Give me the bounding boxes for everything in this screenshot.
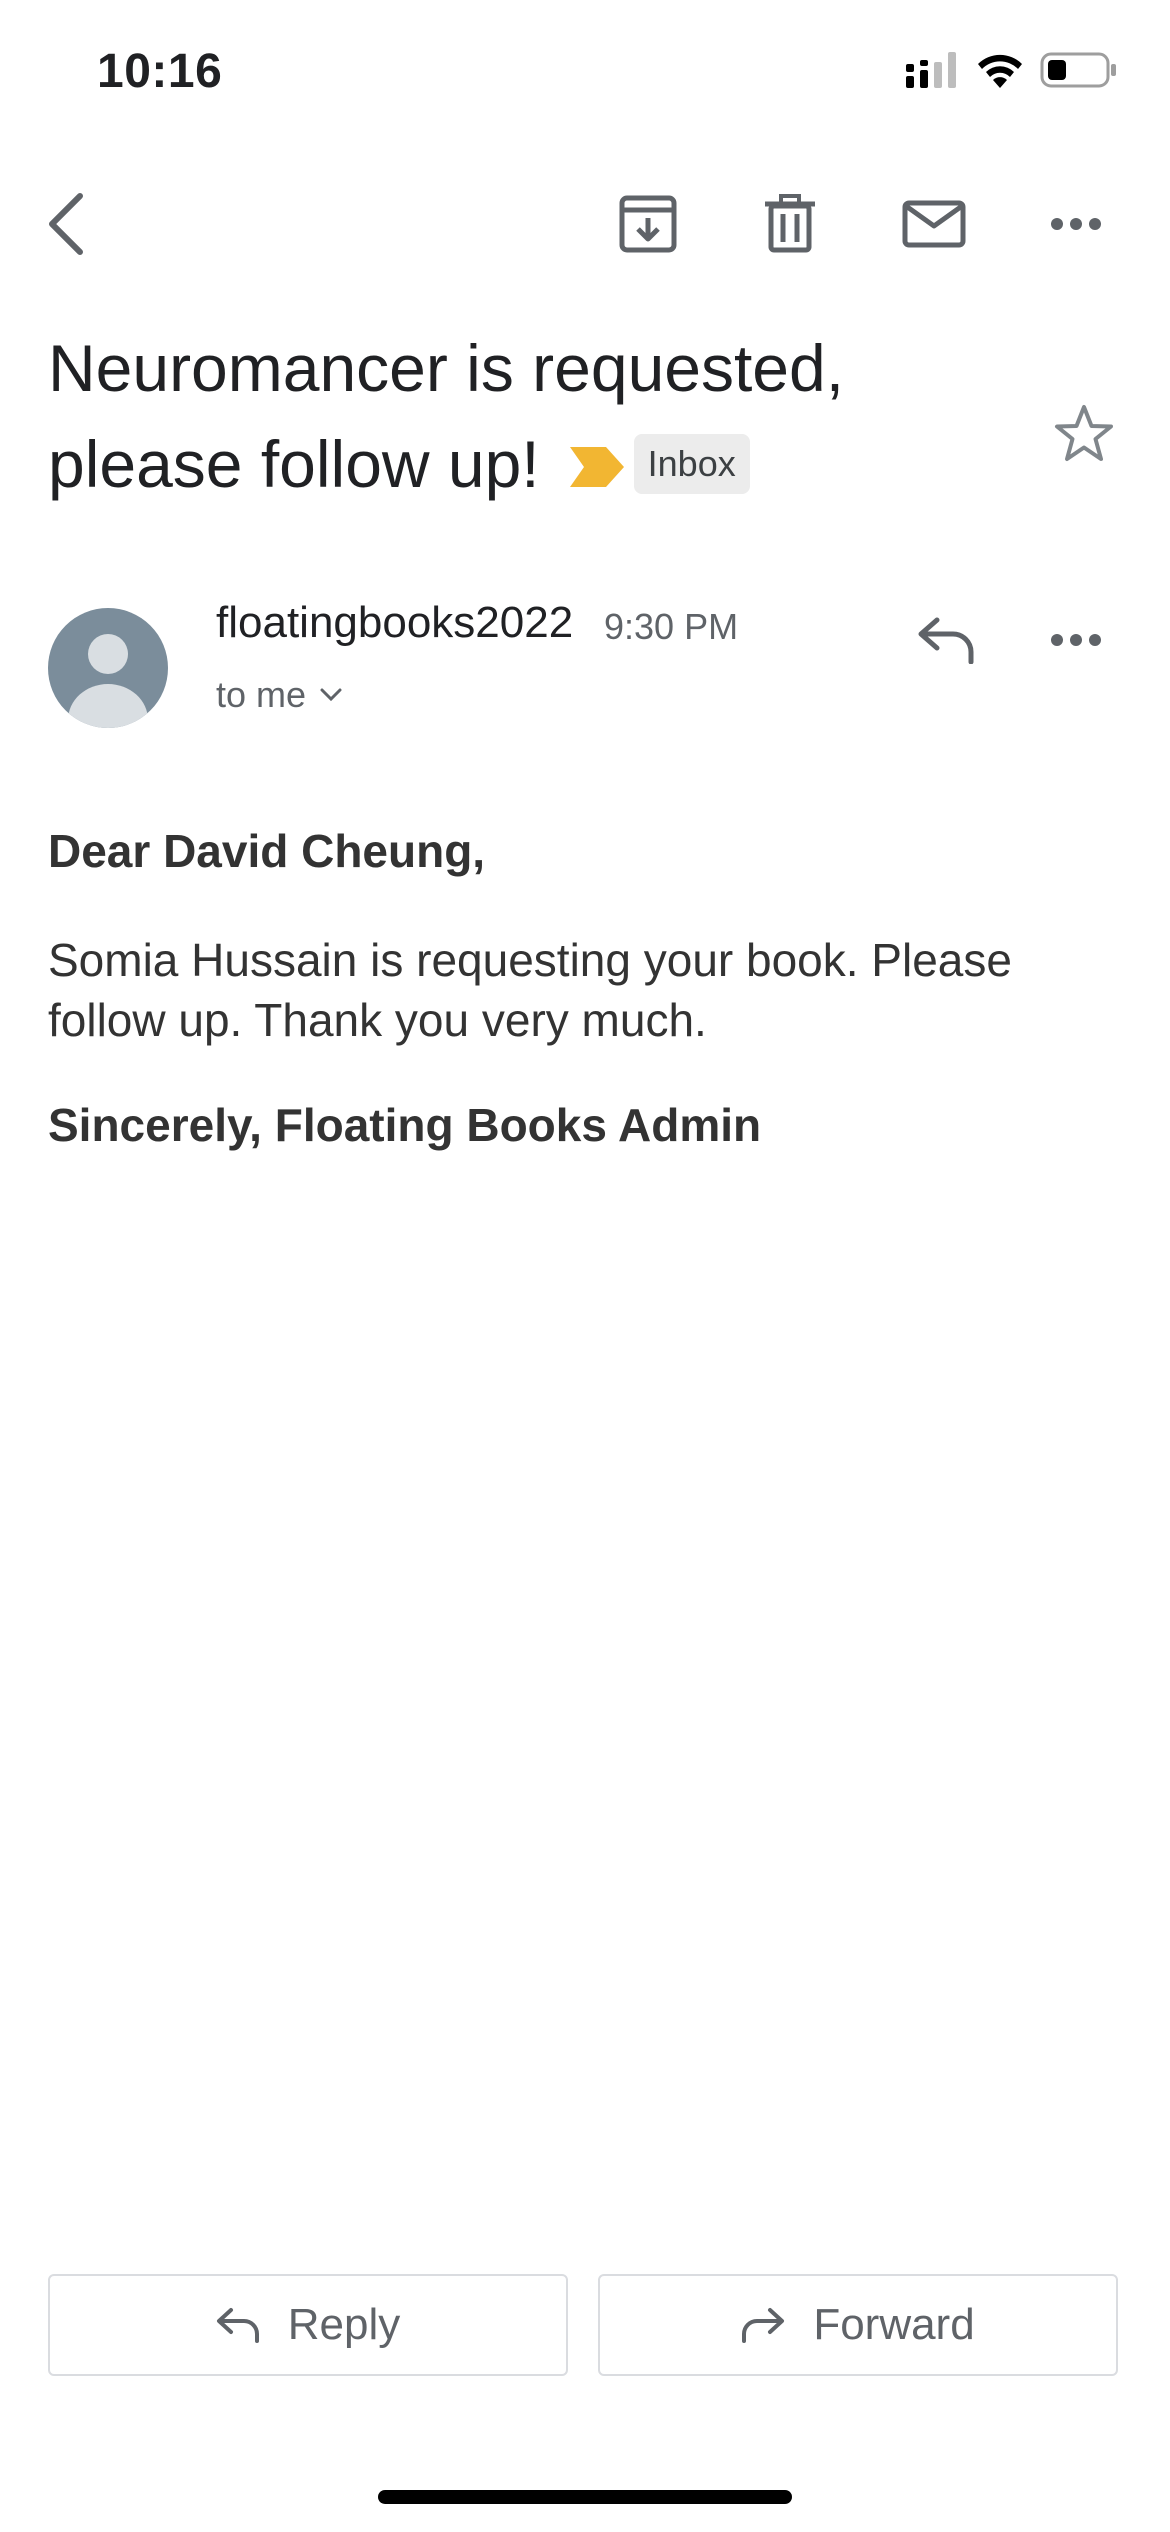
star-icon (1055, 405, 1113, 461)
recipient-text: to me (216, 674, 307, 715)
reply-icon (918, 617, 974, 664)
email-greeting: Dear David Cheung, (48, 825, 486, 877)
status-time: 10:16 (97, 45, 223, 98)
archive-icon (619, 195, 677, 253)
reply-icon-button[interactable] (896, 590, 996, 690)
reply-button[interactable]: Reply (48, 2274, 568, 2376)
cellular-signal-icon (906, 52, 956, 88)
reply-icon (216, 2308, 259, 2343)
battery-icon (1040, 52, 1116, 88)
mark-unread-button[interactable] (884, 174, 984, 274)
archive-button[interactable] (598, 174, 698, 274)
person-icon (68, 634, 148, 728)
delete-icon (765, 194, 815, 253)
email-signoff: Sincerely, Floating Books Admin (48, 1099, 762, 1151)
back-button[interactable] (16, 174, 116, 274)
more-icon (1051, 634, 1101, 646)
reply-label: Reply (287, 2300, 401, 2349)
message-more-button[interactable] (1026, 590, 1126, 690)
forward-button[interactable]: Forward (598, 2274, 1118, 2376)
forward-icon (742, 2308, 785, 2343)
email-body: Somia Hussain is requesting your book. P… (48, 934, 1012, 1046)
sender-avatar[interactable] (48, 608, 168, 728)
importance-marker[interactable] (569, 416, 624, 512)
status-icons (906, 50, 1118, 90)
received-time: 9:30 PM (604, 606, 739, 647)
delete-button[interactable] (740, 174, 840, 274)
star-button[interactable] (1034, 384, 1134, 484)
more-icon (1051, 218, 1101, 230)
mark-unread-icon (902, 200, 966, 248)
forward-label: Forward (813, 2300, 975, 2349)
wifi-icon (978, 54, 1022, 88)
home-indicator[interactable] (378, 2490, 792, 2504)
more-options-button[interactable] (1026, 174, 1126, 274)
inbox-label-chip[interactable]: Inbox (633, 433, 750, 494)
back-icon (49, 193, 83, 255)
recipient-toggle[interactable]: to me (216, 674, 342, 716)
chevron-down-icon (320, 688, 342, 702)
importance-icon (569, 446, 624, 487)
sender-name[interactable]: floatingbooks2022 (216, 598, 573, 648)
email-subject: Neuromancer is requested, please follow … (48, 320, 1048, 518)
